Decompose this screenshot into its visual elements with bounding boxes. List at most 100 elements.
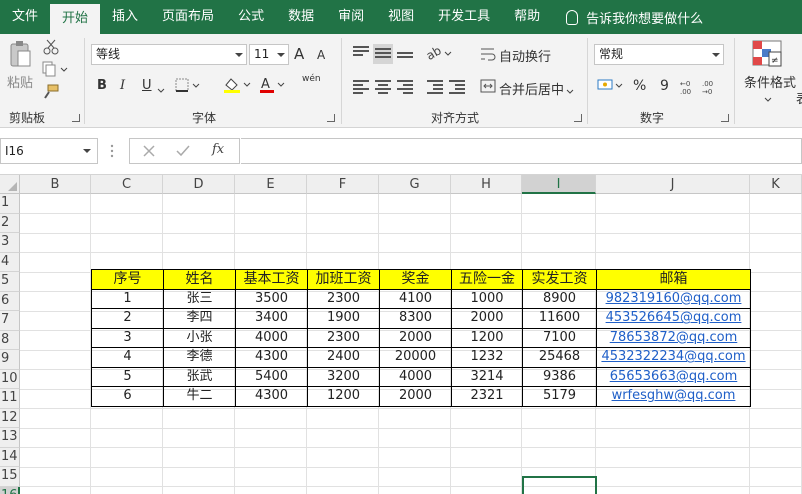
row-header-6[interactable]: 6 [0,291,20,311]
header-cell[interactable]: 奖金 [379,269,452,290]
chevron-down-icon[interactable] [764,92,772,106]
email-link[interactable]: 982319160@qq.com [596,288,751,309]
table-cell[interactable]: 5400 [235,366,308,387]
row-header-14[interactable]: 14 [0,447,20,467]
table-cell[interactable]: 1900 [307,308,380,329]
table-cell[interactable]: 张三 [163,288,236,309]
underline-button[interactable]: U [142,78,152,93]
row-header-7[interactable]: 7 [0,311,20,331]
conditional-format-icon[interactable]: ≠ [752,40,782,73]
wrap-text-button[interactable]: 自动换行 [499,46,551,65]
table-cell[interactable]: 2 [91,308,164,329]
select-all-button[interactable] [0,175,20,194]
align-left-icon[interactable] [353,80,369,96]
column-header-I[interactable]: I [522,175,596,194]
table-cell[interactable]: 4100 [379,288,452,309]
align-middle-icon[interactable] [373,44,393,64]
email-link[interactable]: 4532322234@qq.com [596,347,751,368]
table-cell[interactable]: 25468 [522,347,597,368]
grow-font-button[interactable]: A [294,45,304,63]
table-cell[interactable]: 2300 [307,327,380,348]
table-cell[interactable]: 3500 [235,288,308,309]
table-cell[interactable]: 5179 [522,386,597,407]
currency-icon[interactable] [597,77,625,98]
row-header-1[interactable]: 1 [0,194,20,214]
font-color-icon[interactable]: A [258,76,288,97]
table-cell[interactable]: 8300 [379,308,452,329]
column-header-K[interactable]: K [750,175,802,194]
header-cell[interactable]: 序号 [91,269,164,290]
enter-icon[interactable] [176,144,190,162]
increase-indent-icon[interactable] [449,80,465,96]
tab-file[interactable]: 文件 [0,0,50,34]
row-header-15[interactable]: 15 [0,467,20,487]
table-cell[interactable]: 3 [91,327,164,348]
column-header-J[interactable]: J [596,175,750,194]
table-cell[interactable]: 2000 [379,327,452,348]
column-header-G[interactable]: G [379,175,451,194]
table-cell[interactable]: 1200 [307,386,380,407]
tab-help[interactable]: 帮助 [502,0,552,34]
table-cell[interactable]: 李德 [163,347,236,368]
row-header-2[interactable]: 2 [0,213,20,233]
wrap-text-icon[interactable] [480,46,496,65]
table-cell[interactable]: 4 [91,347,164,368]
table-cell[interactable]: 9386 [522,366,597,387]
tell-me-search[interactable]: 告诉我你想要做什么 [552,8,703,27]
table-cell[interactable]: 1200 [451,327,523,348]
font-size-select[interactable]: 11 [249,44,289,65]
active-cell-I16[interactable] [522,476,597,494]
column-header-H[interactable]: H [451,175,522,194]
tab-formulas[interactable]: 公式 [226,0,276,34]
row-header-8[interactable]: 8 [0,330,20,350]
decrease-decimal-icon[interactable]: .00 →0 [702,77,720,98]
table-cell[interactable]: 6 [91,386,164,407]
tab-page-layout[interactable]: 页面布局 [150,0,226,34]
row-header-16[interactable]: 16 [0,486,20,494]
conditional-format-button[interactable]: 条件格式 [744,72,796,91]
column-header-D[interactable]: D [163,175,235,194]
row-header-11[interactable]: 11 [0,389,20,409]
header-cell[interactable]: 姓名 [163,269,236,290]
table-cell[interactable]: 7100 [522,327,597,348]
table-cell[interactable]: 1000 [451,288,523,309]
table-cell[interactable]: 1 [91,288,164,309]
cancel-icon[interactable] [142,144,156,162]
italic-button[interactable]: I [120,78,125,93]
row-header-10[interactable]: 10 [0,369,20,389]
table-cell[interactable]: 李四 [163,308,236,329]
table-cell[interactable]: 3400 [235,308,308,329]
align-top-icon[interactable] [353,46,369,58]
table-cell[interactable]: 小张 [163,327,236,348]
column-header-C[interactable]: C [91,175,163,194]
format-as-table-button[interactable]: 表 [796,88,802,107]
copy-icon[interactable] [42,61,70,80]
column-header-B[interactable]: B [20,175,91,194]
header-cell[interactable]: 五险一金 [451,269,523,290]
header-cell[interactable]: 加班工资 [307,269,380,290]
email-link[interactable]: 65653663@qq.com [596,366,751,387]
align-center-icon[interactable] [375,80,391,96]
worksheet-grid[interactable]: BCDEFGHIJK 12345678910111213141516 序号 姓名… [0,175,802,494]
border-icon[interactable] [175,78,201,97]
table-cell[interactable]: 2300 [307,288,380,309]
table-cell[interactable]: 5 [91,366,164,387]
table-cell[interactable]: 4300 [235,386,308,407]
table-cell[interactable]: 2321 [451,386,523,407]
bold-button[interactable]: B [97,78,107,93]
table-cell[interactable]: 4000 [379,366,452,387]
number-launcher-icon[interactable] [721,114,729,122]
tab-developer[interactable]: 开发工具 [426,0,502,34]
email-link[interactable]: wrfesghw@qq.com [596,386,751,407]
header-cell[interactable]: 邮箱 [596,269,751,290]
insert-function-icon[interactable]: fx [212,142,224,157]
paste-icon[interactable] [8,40,32,70]
chevron-down-icon[interactable] [157,83,165,97]
tab-home[interactable]: 开始 [50,4,101,34]
table-cell[interactable]: 张武 [163,366,236,387]
table-cell[interactable]: 2000 [379,386,452,407]
row-header-12[interactable]: 12 [0,408,20,428]
row-header-13[interactable]: 13 [0,428,20,448]
phonetic-button[interactable]: wén [302,74,321,84]
tab-insert[interactable]: 插入 [100,0,150,34]
